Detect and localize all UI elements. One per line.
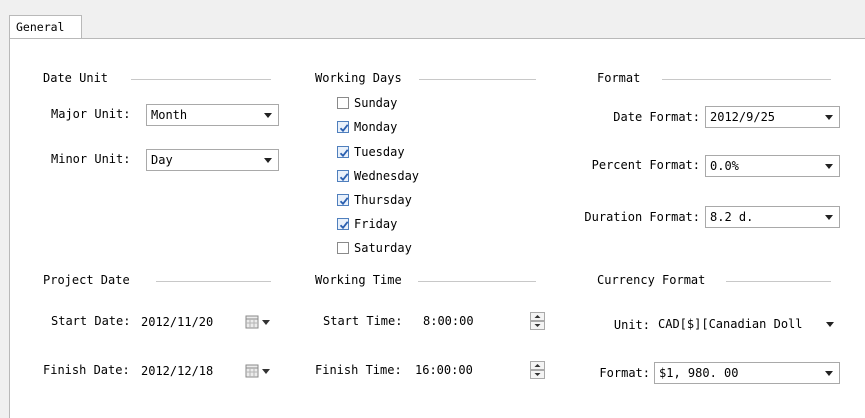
calendar-icon[interactable] xyxy=(245,364,273,378)
percent-format-select[interactable]: 0.0% xyxy=(705,155,840,177)
checkmark-icon xyxy=(339,149,349,158)
working-time-title: Working Time xyxy=(315,273,402,287)
currency-unit-value: CAD[$][Canadian Doll xyxy=(658,317,803,331)
day-label: Monday xyxy=(354,120,398,134)
minor-unit-label: Minor Unit: xyxy=(51,152,131,166)
currency-format-rule xyxy=(726,281,831,282)
currency-unit-label: Unit: xyxy=(613,318,650,332)
checkmark-icon xyxy=(339,173,349,182)
spinner-icon[interactable] xyxy=(530,312,545,330)
checkmark-icon xyxy=(339,124,349,133)
checkmark-icon xyxy=(339,221,349,230)
duration-format-select[interactable]: 8.2 d. xyxy=(705,206,840,228)
finish-date-label: Finish Date: xyxy=(43,363,130,377)
working-days-rule xyxy=(419,79,536,80)
chevron-down-icon[interactable] xyxy=(825,164,833,169)
working-time-rule xyxy=(418,281,536,282)
checkmark-icon xyxy=(339,197,349,206)
tab-general[interactable]: General xyxy=(9,15,82,39)
duration-format-value: 8.2 d. xyxy=(710,210,754,224)
working-days-title: Working Days xyxy=(315,71,402,85)
day-label: Wednesday xyxy=(354,169,420,183)
start-date-value: 2012/11/20 xyxy=(141,315,214,329)
percent-format-value: 0.0% xyxy=(710,159,739,173)
currency-format-select[interactable]: $1, 980. 00 xyxy=(654,362,840,384)
chevron-down-icon[interactable] xyxy=(264,158,272,163)
major-unit-label: Major Unit: xyxy=(51,107,131,121)
checkbox-checked[interactable] xyxy=(337,170,349,182)
checkbox-checked[interactable] xyxy=(337,194,349,206)
percent-format-label: Percent Format: xyxy=(591,158,700,172)
finish-time-label: Finish Time: xyxy=(315,363,402,377)
minor-unit-select[interactable]: Day xyxy=(146,149,279,171)
checkbox-checked[interactable] xyxy=(337,146,349,158)
date-format-label: Date Format: xyxy=(613,110,700,124)
currency-format-value: $1, 980. 00 xyxy=(659,366,739,380)
start-date-picker[interactable]: 2012/11/20 xyxy=(139,312,279,334)
duration-format-label: Duration Format: xyxy=(584,210,700,224)
calendar-icon[interactable] xyxy=(245,315,273,329)
chevron-down-icon[interactable] xyxy=(825,215,833,220)
project-date-title: Project Date xyxy=(43,273,130,287)
chevron-down-icon[interactable] xyxy=(264,113,272,118)
currency-format-title: Currency Format xyxy=(597,273,706,287)
chevron-down-icon[interactable] xyxy=(825,115,833,120)
minor-unit-value: Day xyxy=(151,153,173,167)
major-unit-select[interactable]: Month xyxy=(146,104,279,126)
date-unit-title: Date Unit xyxy=(43,71,109,85)
finish-date-picker[interactable]: 2012/12/18 xyxy=(139,361,279,383)
day-label: Saturday xyxy=(354,241,412,255)
start-time-input[interactable]: 8:00:00 xyxy=(417,311,547,333)
checkbox-unchecked[interactable] xyxy=(337,97,349,109)
date-unit-rule xyxy=(131,79,271,80)
chevron-down-icon[interactable] xyxy=(826,322,834,327)
major-unit-value: Month xyxy=(151,108,188,122)
date-format-select[interactable]: 2012/9/25 xyxy=(705,106,840,128)
checkbox-checked[interactable] xyxy=(337,121,349,133)
start-time-value: 8:00:00 xyxy=(423,314,474,328)
checkbox-checked[interactable] xyxy=(337,218,349,230)
start-time-label: Start Time: xyxy=(323,314,403,328)
format-rule xyxy=(662,79,831,80)
day-label: Sunday xyxy=(354,96,398,110)
finish-time-input[interactable]: 16:00:00 xyxy=(411,360,547,382)
day-label: Tuesday xyxy=(354,145,405,159)
checkbox-unchecked[interactable] xyxy=(337,242,349,254)
start-date-label: Start Date: xyxy=(51,314,131,328)
day-label: Friday xyxy=(354,217,398,231)
format-title: Format xyxy=(597,71,641,85)
spinner-icon[interactable] xyxy=(530,361,545,379)
project-date-rule xyxy=(156,281,271,282)
currency-format-label: Format: xyxy=(599,366,650,380)
currency-unit-select[interactable]: CAD[$][Canadian Doll xyxy=(654,314,840,336)
chevron-down-icon[interactable] xyxy=(825,371,833,376)
finish-date-value: 2012/12/18 xyxy=(141,364,214,378)
day-label: Thursday xyxy=(354,193,412,207)
date-format-value: 2012/9/25 xyxy=(710,110,776,124)
finish-time-value: 16:00:00 xyxy=(415,363,473,377)
